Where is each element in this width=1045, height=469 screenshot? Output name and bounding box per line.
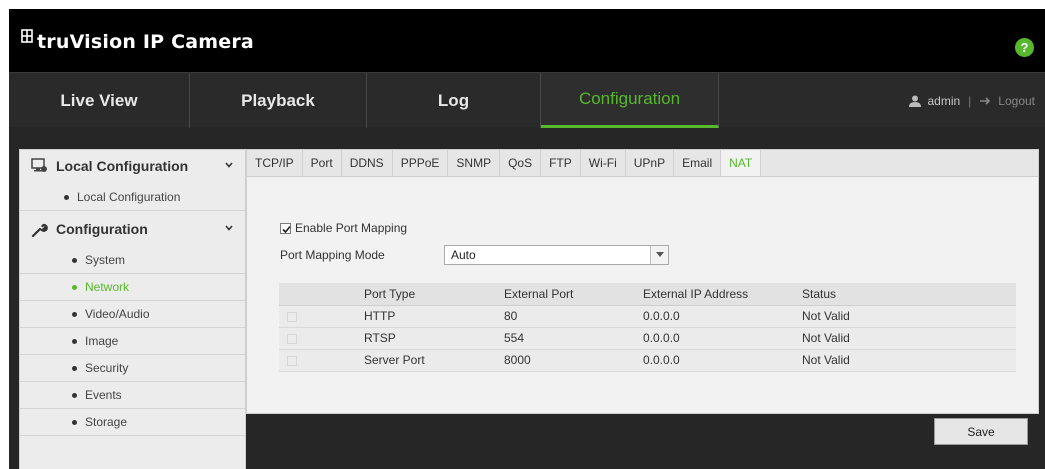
row-select-cell: [279, 305, 364, 328]
sidebar-header-configuration[interactable]: Configuration: [20, 216, 245, 242]
tab-upnp[interactable]: UPnP: [626, 150, 675, 176]
sidebar-item-label: Storage: [85, 415, 128, 429]
tab-pppoe[interactable]: PPPoE: [393, 150, 449, 176]
row-checkbox[interactable]: [287, 355, 297, 366]
bullet-icon: [72, 392, 77, 398]
port-type-cell: Server Port: [364, 349, 504, 372]
sidebar-header-label: Configuration: [56, 221, 148, 237]
table-header-row: Port Type External Port External IP Addr…: [279, 283, 1016, 306]
sidebar-item-image[interactable]: Image: [20, 328, 245, 355]
nav-configuration[interactable]: Configuration: [541, 73, 719, 128]
brand-title: truVision IP Camera: [37, 31, 254, 53]
external-ip-cell: 0.0.0.0: [643, 305, 802, 328]
user-icon: [909, 95, 922, 107]
network-tabs: TCP/IP Port DDNS PPPoE SNMP QoS FTP Wi-F…: [247, 150, 1038, 177]
bullet-icon: [72, 419, 77, 425]
external-ip-cell: 0.0.0.0: [643, 327, 802, 350]
camera-logo-icon: [21, 29, 33, 43]
sidebar-item-label: Events: [85, 388, 122, 402]
help-button[interactable]: ?: [1015, 38, 1034, 57]
column-header-select: [279, 283, 364, 306]
port-mapping-mode-label: Port Mapping Mode: [280, 248, 385, 262]
tab-ftp[interactable]: FTP: [541, 150, 581, 176]
external-port-cell: 80: [504, 305, 643, 328]
status-cell: Not Valid: [802, 305, 1016, 328]
enable-port-mapping-checkbox[interactable]: [280, 222, 291, 234]
sidebar-item-video-audio[interactable]: Video/Audio: [20, 301, 245, 328]
port-mapping-table: Port Type External Port External IP Addr…: [279, 283, 1016, 372]
sidebar-item-label: Security: [85, 361, 129, 375]
bullet-icon: [72, 365, 77, 371]
tab-qos[interactable]: QoS: [500, 150, 542, 176]
column-header-external-port: External Port: [504, 283, 643, 306]
table-row[interactable]: Server Port 8000 0.0.0.0 Not Valid: [279, 349, 1016, 372]
status-cell: Not Valid: [802, 327, 1016, 350]
row-checkbox[interactable]: [287, 311, 297, 322]
tab-ddns[interactable]: DDNS: [342, 150, 393, 176]
sidebar-header-label: Local Configuration: [56, 158, 189, 174]
sidebar-item-security[interactable]: Security: [20, 355, 245, 382]
bullet-icon: [72, 284, 77, 290]
sidebar-item-label: Network: [85, 280, 130, 294]
sidebar-item-label: Local Configuration: [77, 190, 181, 204]
nav-playback[interactable]: Playback: [190, 73, 367, 128]
sidebar: Local Configuration Local Configuration …: [19, 149, 246, 469]
tab-nat[interactable]: NAT: [721, 150, 762, 176]
tab-snmp[interactable]: SNMP: [448, 150, 501, 176]
tab-port[interactable]: Port: [303, 150, 342, 176]
tab-wifi[interactable]: Wi-Fi: [581, 150, 626, 176]
external-port-cell: 554: [504, 327, 643, 350]
column-header-external-ip: External IP Address: [643, 283, 802, 306]
bullet-icon: [72, 338, 77, 344]
row-select-cell: [279, 349, 364, 372]
nav-log[interactable]: Log: [367, 73, 541, 128]
port-type-cell: HTTP: [364, 305, 504, 328]
status-cell: Not Valid: [802, 349, 1016, 372]
sidebar-item-storage[interactable]: Storage: [20, 409, 245, 436]
user-separator: |: [968, 93, 972, 108]
sidebar-item-label: System: [85, 253, 126, 267]
table-row[interactable]: HTTP 80 0.0.0.0 Not Valid: [279, 305, 1016, 328]
sidebar-item-events[interactable]: Events: [20, 382, 245, 409]
bullet-icon: [72, 257, 77, 263]
enable-port-mapping-row: Enable Port Mapping: [280, 221, 407, 235]
tab-email[interactable]: Email: [674, 150, 722, 176]
sidebar-item-label: Video/Audio: [85, 307, 150, 321]
port-mapping-mode-value: Auto: [451, 248, 476, 262]
nat-settings-panel: TCP/IP Port DDNS PPPoE SNMP QoS FTP Wi-F…: [246, 149, 1039, 414]
row-checkbox[interactable]: [287, 333, 297, 344]
wrench-icon: [31, 223, 48, 237]
column-header-port-type: Port Type: [364, 283, 504, 306]
logout-link[interactable]: Logout: [998, 94, 1035, 108]
sidebar-item-system[interactable]: System: [20, 247, 245, 274]
sidebar-item-local-configuration[interactable]: Local Configuration: [20, 184, 245, 211]
bullet-icon: [64, 194, 69, 200]
enable-port-mapping-label: Enable Port Mapping: [295, 221, 408, 235]
port-type-cell: RTSP: [364, 327, 504, 350]
checkmark-icon: [282, 225, 291, 233]
chevron-down-icon: [225, 225, 233, 231]
sidebar-item-network[interactable]: Network: [20, 274, 245, 301]
bullet-icon: [72, 311, 77, 317]
save-button[interactable]: Save: [934, 418, 1028, 445]
row-select-cell: [279, 327, 364, 350]
port-mapping-mode-select[interactable]: Auto: [444, 245, 669, 265]
brand-logo: truVision IP Camera: [21, 29, 254, 53]
username: admin: [927, 93, 961, 108]
user-area: admin | Logout: [909, 73, 1035, 128]
table-row[interactable]: RTSP 554 0.0.0.0 Not Valid: [279, 327, 1016, 350]
dropdown-arrow-icon[interactable]: [650, 246, 668, 264]
header-bar: truVision IP Camera ?: [9, 9, 1045, 72]
main-nav: Live View Playback Log Configuration adm…: [9, 72, 1045, 128]
nav-live-view[interactable]: Live View: [9, 73, 190, 128]
monitor-settings-icon: [31, 158, 47, 172]
sidebar-item-label: Image: [85, 334, 119, 348]
external-port-cell: 8000: [504, 349, 643, 372]
sidebar-header-local-configuration[interactable]: Local Configuration: [20, 153, 245, 179]
chevron-down-icon: [225, 162, 233, 168]
logout-icon[interactable]: [979, 96, 993, 106]
column-header-status: Status: [802, 283, 1016, 306]
external-ip-cell: 0.0.0.0: [643, 349, 802, 372]
tab-tcp-ip[interactable]: TCP/IP: [247, 150, 303, 176]
